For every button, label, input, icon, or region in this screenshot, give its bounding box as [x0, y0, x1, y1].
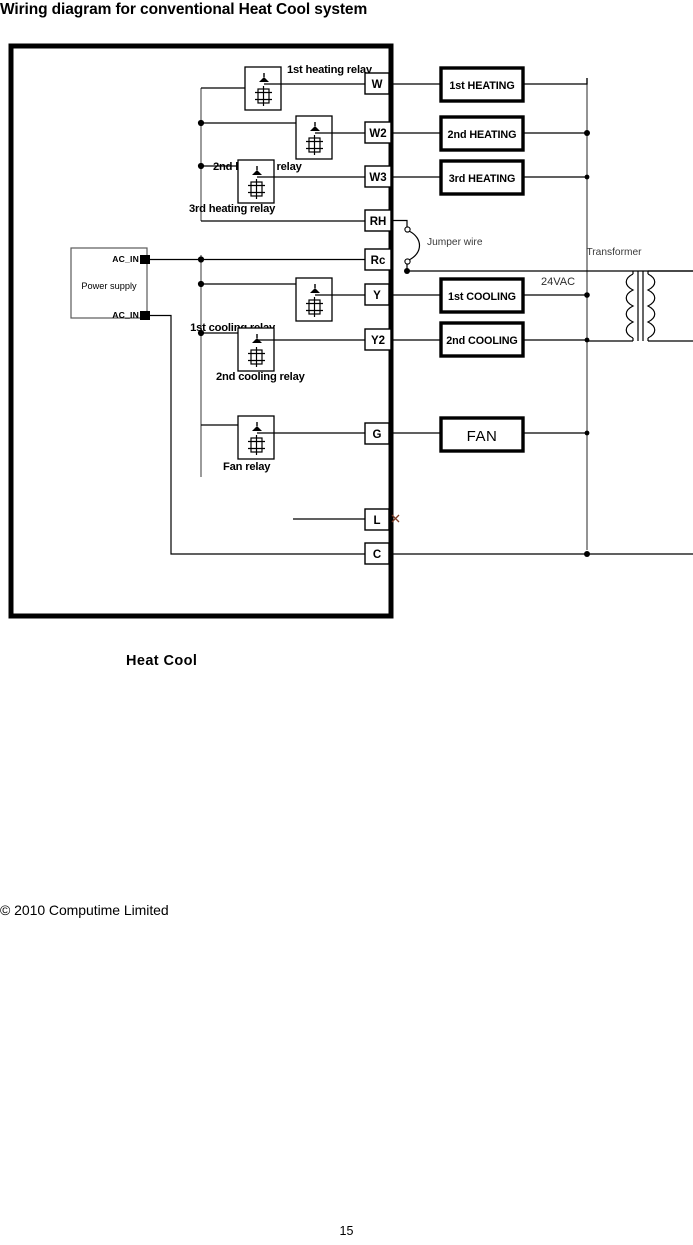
- load-1st-heating-label: 1st HEATING: [449, 80, 514, 92]
- wiring-terminals-to-loads: [389, 83, 441, 434]
- terminal-rh-label: RH: [370, 216, 387, 228]
- terminal-w3[interactable]: W3: [364, 165, 392, 188]
- power-supply-terminal-bottom-pad: [140, 311, 150, 320]
- load-3rd-heating: 3rd HEATING: [439, 159, 525, 196]
- power-supply-terminal-top-pad: [140, 255, 150, 264]
- terminal-w[interactable]: W: [364, 72, 390, 95]
- terminal-rc[interactable]: Rc: [364, 248, 392, 271]
- power-supply-ac-in-bottom: AC_IN: [112, 310, 139, 320]
- transformer-symbol: [625, 271, 656, 341]
- jumper-wire: Jumper wire: [391, 219, 483, 274]
- terminal-l-label: L: [373, 515, 380, 527]
- transformer-label: Transformer: [586, 247, 642, 258]
- terminal-y2[interactable]: Y2: [364, 328, 392, 351]
- diagram-caption: Heat Cool: [126, 653, 198, 669]
- jumper-wire-label: Jumper wire: [427, 237, 483, 248]
- terminal-g[interactable]: G: [364, 422, 390, 445]
- terminal-y2-label: Y2: [371, 335, 385, 347]
- load-fan-label: FAN: [467, 428, 498, 445]
- terminal-w-label: W: [372, 79, 383, 91]
- terminal-w2[interactable]: W2: [364, 121, 392, 144]
- relay-1st-heating-label: 1st heating relay: [287, 64, 373, 76]
- terminal-rc-label: Rc: [371, 255, 386, 267]
- terminal-c-label: C: [373, 549, 381, 561]
- terminal-rh[interactable]: RH: [364, 209, 392, 232]
- page-number: 15: [339, 1224, 354, 1238]
- terminal-w2-label: W2: [369, 128, 386, 140]
- wiring-loads-to-return-bus: [523, 78, 588, 434]
- terminal-w3-label: W3: [369, 172, 386, 184]
- load-1st-cooling: 1st COOLING: [439, 277, 525, 314]
- load-1st-cooling-label: 1st COOLING: [448, 291, 516, 303]
- relay-fan-label: Fan relay: [223, 461, 271, 473]
- page-title: Wiring diagram for conventional Heat Coo…: [0, 1, 368, 18]
- load-2nd-heating-label: 2nd HEATING: [448, 129, 517, 141]
- wiring-diagram: AC_IN Power supply AC_IN 1st heating rel…: [0, 40, 693, 640]
- terminal-y[interactable]: Y: [364, 283, 390, 306]
- terminal-y-label: Y: [373, 290, 381, 302]
- power-supply-label: Power supply: [81, 281, 137, 291]
- terminal-c[interactable]: C: [364, 542, 390, 565]
- transformer-bottom-junction-dot: [584, 551, 590, 557]
- terminal-g-label: G: [373, 429, 382, 441]
- load-fan: FAN: [439, 416, 525, 453]
- load-2nd-cooling: 2nd COOLING: [439, 321, 525, 358]
- load-3rd-heating-label: 3rd HEATING: [449, 173, 516, 185]
- load-2nd-heating: 2nd HEATING: [439, 115, 525, 152]
- copyright-notice: © 2010 Computime Limited: [0, 902, 169, 918]
- terminal-l[interactable]: L: [364, 508, 390, 531]
- relay-2nd-cooling-label: 2nd cooling relay: [216, 371, 306, 383]
- power-supply-ac-in-top: AC_IN: [112, 254, 139, 264]
- load-1st-heating: 1st HEATING: [439, 66, 525, 103]
- power-supply-block: AC_IN Power supply AC_IN: [70, 247, 150, 320]
- voltage-label: 24VAC: [541, 276, 575, 288]
- relay-3rd-heating-label: 3rd heating relay: [189, 203, 276, 215]
- load-2nd-cooling-label: 2nd COOLING: [446, 335, 517, 347]
- transformer-circuit: Transformer 24VAC: [389, 247, 693, 557]
